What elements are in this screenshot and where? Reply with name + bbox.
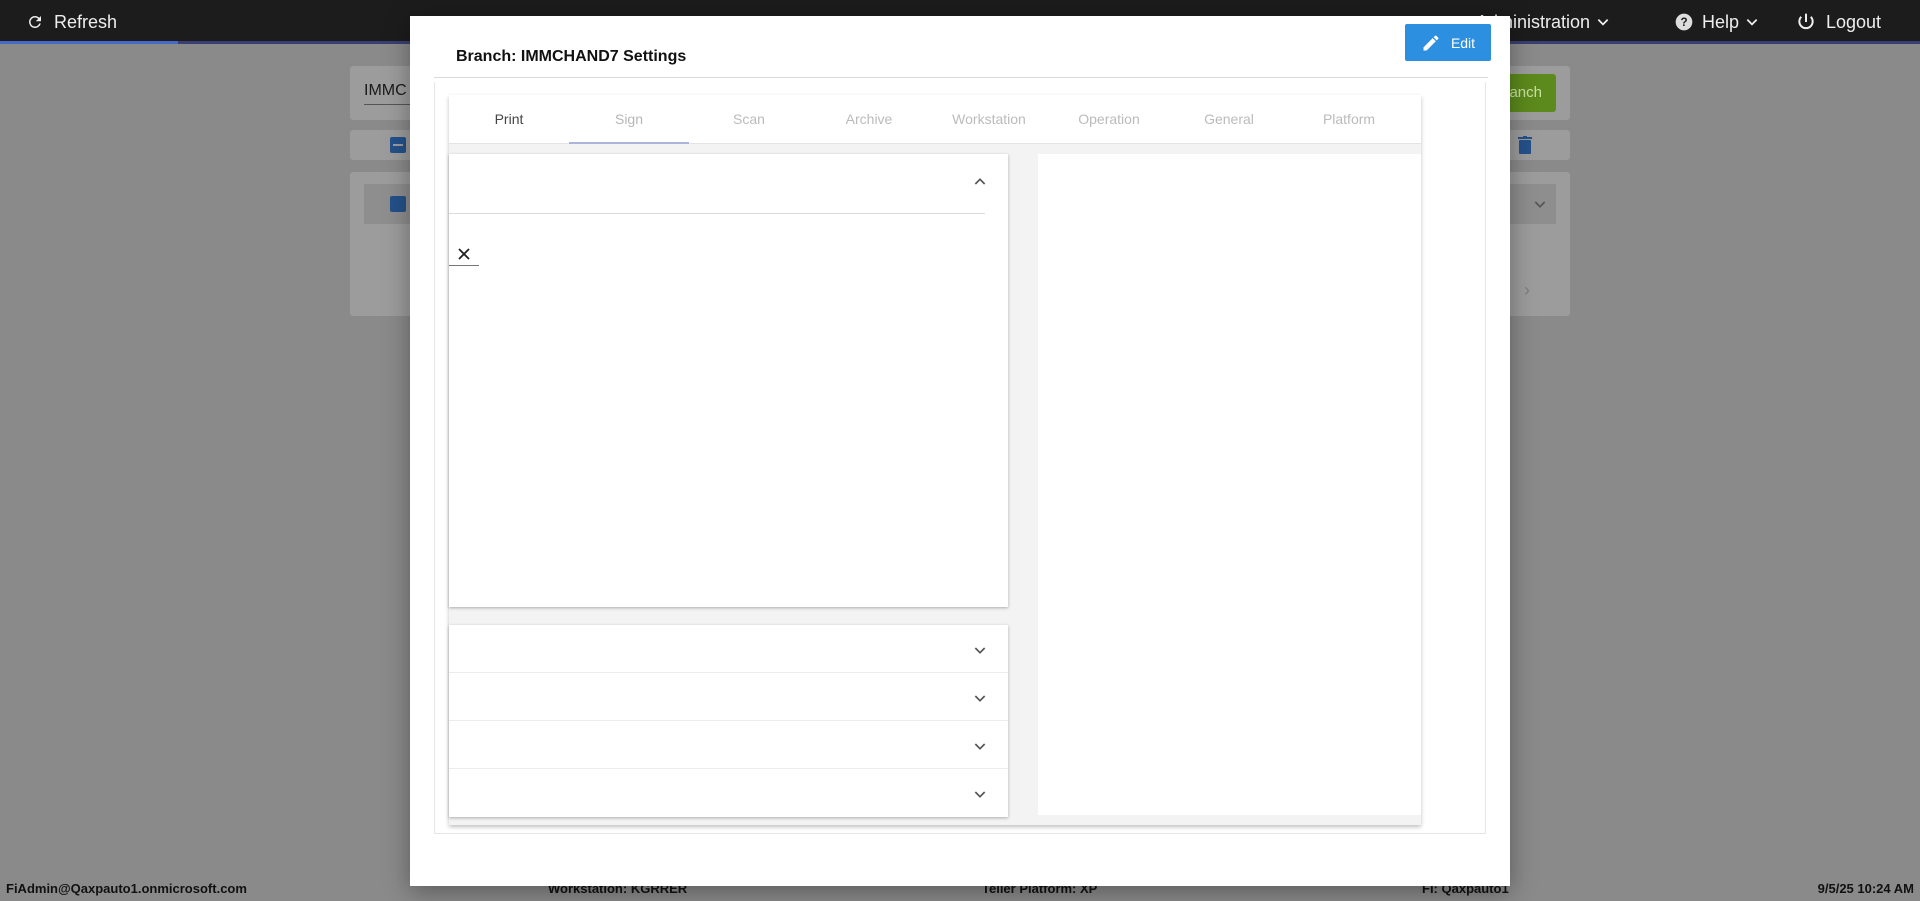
refresh-label: Refresh <box>54 11 118 32</box>
clear-field-button[interactable] <box>449 242 479 266</box>
dialog-title: Branch: IMMCHAND7 Settings <box>456 48 687 65</box>
collapsed-section[interactable] <box>449 769 1008 817</box>
tab-workstation[interactable]: Workstation <box>929 95 1049 144</box>
edit-button[interactable]: Edit <box>1405 24 1491 61</box>
chevron-down-icon <box>974 743 986 750</box>
tab-platform[interactable]: Platform <box>1289 95 1409 144</box>
pencil-icon <box>1423 34 1439 50</box>
help-circle-icon: ? <box>1675 13 1693 31</box>
collapsed-section[interactable] <box>449 721 1008 769</box>
section-divider <box>449 213 985 214</box>
row-checkbox[interactable] <box>390 196 406 212</box>
status-user: FiAdmin@Qaxpauto1.onmicrosoft.com <box>6 881 247 896</box>
svg-text:?: ? <box>1680 16 1687 29</box>
chevron-down-icon[interactable] <box>1532 196 1548 212</box>
collapsed-section[interactable] <box>449 625 1008 673</box>
chevron-up-icon[interactable] <box>972 174 988 190</box>
chevron-down-icon <box>974 695 986 702</box>
chevron-down-icon <box>1746 19 1758 26</box>
refresh-icon <box>29 15 41 28</box>
refresh-button[interactable]: Refresh <box>26 0 117 44</box>
settings-tab-bar: Print Sign Scan Archive Workstation Oper… <box>449 95 1421 144</box>
logout-label: Logout <box>1826 11 1882 32</box>
trash-icon[interactable] <box>1518 136 1532 154</box>
tab-print[interactable]: Print <box>449 95 569 144</box>
help-label: Help <box>1702 11 1740 32</box>
edit-label: Edit <box>1450 34 1476 51</box>
tab-general[interactable]: General <box>1169 95 1289 144</box>
chevron-down-icon <box>1597 19 1609 26</box>
tab-operation[interactable]: Operation <box>1049 95 1169 144</box>
select-all-checkbox[interactable] <box>390 137 406 153</box>
help-menu[interactable]: ? Help <box>1674 0 1759 44</box>
status-datetime: 9/5/25 10:24 AM <box>1817 881 1914 896</box>
chevron-down-icon <box>974 647 986 654</box>
tab-scan[interactable]: Scan <box>689 95 809 144</box>
power-icon <box>1798 13 1814 30</box>
tab-sign[interactable]: Sign <box>569 95 689 144</box>
expanded-settings-section <box>449 154 1008 607</box>
next-page-icon[interactable]: › <box>1524 280 1530 301</box>
loading-progress-fill <box>0 41 178 44</box>
collapsed-section[interactable] <box>449 673 1008 721</box>
tab-archive[interactable]: Archive <box>809 95 929 144</box>
close-icon <box>458 247 470 260</box>
settings-tabs-container: Print Sign Scan Archive Workstation Oper… <box>449 95 1421 825</box>
settings-detail-panel <box>1038 154 1421 815</box>
collapsed-sections-list <box>449 625 1008 817</box>
chevron-down-icon <box>974 791 986 798</box>
logout-button[interactable]: Logout <box>1796 0 1881 44</box>
